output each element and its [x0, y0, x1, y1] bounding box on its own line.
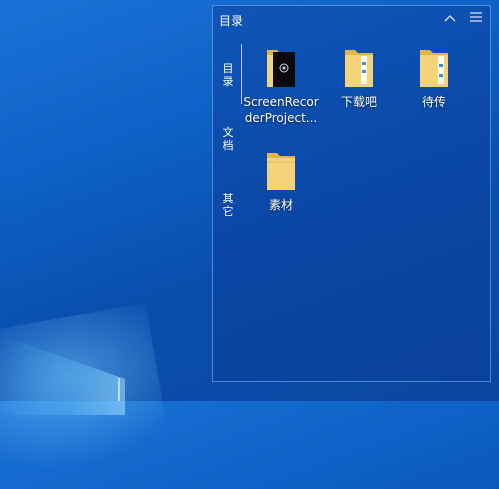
desktop-item-pending-upload[interactable]: 待传: [396, 46, 472, 110]
desktop-item-screenrecorder[interactable]: ScreenRecorderProject...: [243, 46, 319, 126]
folder-icon: [345, 50, 373, 87]
side-tabs: 目录 文档 其它: [213, 44, 241, 224]
item-label: 素材: [268, 198, 293, 212]
side-tab-label: 其它: [222, 192, 234, 218]
side-tab-label: 目录: [222, 62, 234, 88]
panel-titlebar[interactable]: 目录: [213, 6, 490, 34]
active-tab-indicator: [241, 44, 242, 104]
side-tab-documents[interactable]: 文档: [219, 126, 237, 152]
chevron-up-icon[interactable]: [441, 10, 459, 28]
hamburger-menu-icon[interactable]: [467, 10, 485, 28]
item-label: 下载吧: [340, 95, 377, 109]
folder-app-icon: [267, 50, 295, 87]
item-label: 待传: [421, 95, 446, 109]
item-label: ScreenRecorderProject...: [243, 95, 319, 125]
side-tab-other[interactable]: 其它: [219, 192, 237, 218]
folder-icon: [420, 50, 448, 87]
folder-icon: [267, 153, 295, 190]
panel-title: 目录: [219, 14, 244, 28]
side-tab-catalog[interactable]: 目录: [219, 62, 237, 88]
desktop-item-materials[interactable]: 素材: [243, 149, 319, 213]
fences-panel[interactable]: 目录 目录 文档 其它 ScreenRecorderProject... 下载吧…: [212, 5, 491, 382]
side-tab-label: 文档: [222, 126, 234, 152]
desktop-item-downloads[interactable]: 下载吧: [321, 46, 397, 110]
wallpaper-light-edge: [118, 378, 120, 401]
